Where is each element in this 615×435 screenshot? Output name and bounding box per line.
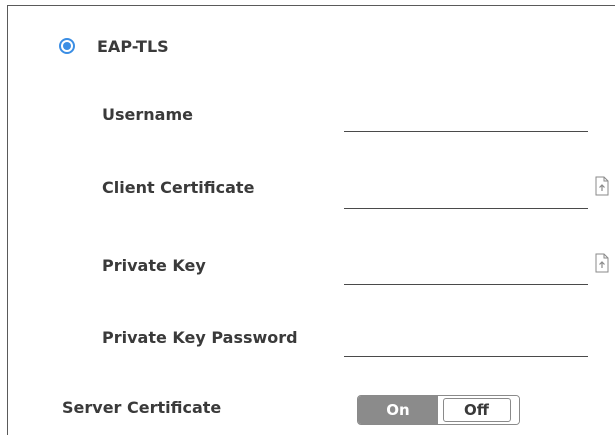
private-key-input[interactable]	[344, 256, 588, 284]
eap-tls-radio[interactable]	[59, 38, 75, 54]
toggle-on-option[interactable]: On	[358, 396, 438, 424]
server-certificate-toggle[interactable]: On Off	[357, 395, 520, 425]
private-key-password-label: Private Key Password	[102, 328, 298, 347]
eap-tls-settings-panel: EAP-TLS Username Client Certificate Priv…	[0, 0, 615, 435]
private-key-underline	[344, 284, 588, 285]
username-underline	[344, 131, 588, 132]
panel-border-top	[7, 5, 615, 6]
username-input[interactable]	[344, 102, 588, 130]
private-key-password-input[interactable]	[344, 328, 588, 356]
toggle-off-button[interactable]: Off	[442, 398, 511, 422]
client-certificate-input[interactable]	[344, 180, 588, 208]
client-certificate-label: Client Certificate	[102, 178, 255, 197]
eap-tls-radio-option[interactable]: EAP-TLS	[59, 35, 169, 57]
private-key-upload-icon[interactable]	[595, 253, 609, 273]
username-label: Username	[102, 105, 193, 124]
private-key-label: Private Key	[102, 256, 206, 275]
private-key-password-underline	[344, 356, 588, 357]
server-certificate-label: Server Certificate	[62, 398, 222, 417]
panel-border-left	[7, 5, 8, 435]
client-certificate-upload-icon[interactable]	[595, 176, 609, 196]
eap-tls-label: EAP-TLS	[97, 36, 169, 56]
toggle-off-option[interactable]: Off	[438, 396, 519, 424]
client-certificate-underline	[344, 208, 588, 209]
radio-selected-dot	[63, 42, 71, 50]
